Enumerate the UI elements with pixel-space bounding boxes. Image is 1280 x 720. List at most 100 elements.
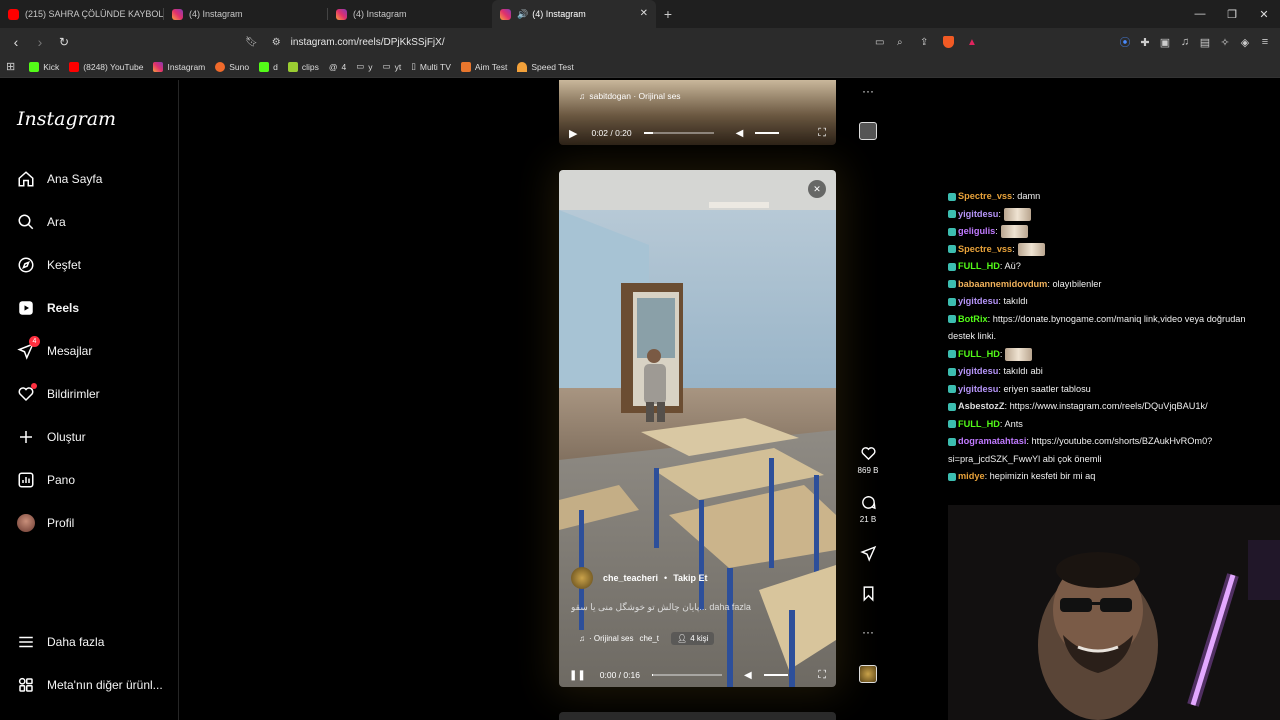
screenshot-icon[interactable]: ▭ (875, 37, 884, 48)
bookmark-item[interactable]: Instagram (153, 61, 205, 72)
reel-video[interactable]: ✕ che_teacheri • Takip Et پایان چالش تو … (559, 170, 836, 687)
apps-grid-icon[interactable]: ⊞ (6, 60, 15, 73)
site-info-icon[interactable]: ⚙︎ (272, 37, 281, 48)
more-options-button[interactable]: ··· (852, 84, 884, 98)
sidebar-icon[interactable]: ▤ (1198, 32, 1212, 52)
reel-audio-label[interactable]: ♫ sabitdogan · Orijinal ses (579, 91, 681, 101)
nav-profile[interactable]: Profil (17, 511, 74, 535)
music-icon[interactable]: ♫ (1178, 32, 1192, 52)
restore-icon[interactable]: ❐ (1216, 0, 1248, 28)
mute-icon[interactable]: ✕ (808, 180, 826, 198)
home-icon (18, 171, 34, 187)
chat-username[interactable]: yigitdesu (958, 296, 998, 306)
brave-shield-icon[interactable] (943, 36, 954, 48)
play-icon[interactable]: ▶ (569, 127, 577, 140)
nav-explore[interactable]: Keşfet (17, 253, 81, 277)
menu-icon[interactable]: ≡ (1258, 32, 1272, 52)
volume-slider[interactable] (755, 132, 780, 134)
volume-slider[interactable] (763, 674, 788, 676)
chat-username[interactable]: yigitdesu (958, 209, 998, 219)
chat-badge-icon (948, 437, 956, 446)
people-tag[interactable]: 👤︎ 4 kişi (671, 632, 715, 645)
next-reel[interactable] (559, 712, 836, 720)
browser-tab-active[interactable]: 🔊 (4) Instagram ✕ (492, 0, 656, 28)
puzzle-icon[interactable]: ✚ (1138, 32, 1152, 52)
reel-caption[interactable]: پایان چالش تو خوشگل منی یا سقو... daha f… (571, 602, 811, 613)
minimize-icon[interactable]: — (1184, 0, 1216, 28)
bookmark-item[interactable]: Aim Test (460, 61, 507, 72)
leo-icon[interactable]: ✧ (1218, 32, 1232, 52)
save-button[interactable] (852, 585, 884, 606)
chat-username[interactable]: Spectre_vss (958, 191, 1012, 201)
back-icon[interactable]: ‹ (6, 32, 26, 52)
more-options-button[interactable]: ··· (852, 625, 884, 639)
extension-icon[interactable]: ⦿ (1118, 32, 1132, 52)
chat-username[interactable]: Spectre_vss (958, 244, 1012, 254)
author-name[interactable]: che_teacheri (603, 573, 658, 583)
bookmark-item[interactable]: Suno (215, 61, 249, 72)
nav-messages[interactable]: 4 Mesajlar (17, 336, 92, 363)
chat-username[interactable]: geligulis (958, 226, 995, 236)
fullscreen-icon[interactable]: ⛶ (818, 127, 826, 140)
video-progress-bar[interactable] (651, 674, 722, 676)
address-bar[interactable]: 🔖︎ ⚙︎ instagram.com/reels/DPjKkSSjFjX/ ▭… (245, 32, 995, 52)
chat-username[interactable]: AsbestozZ (958, 401, 1004, 411)
close-tab-icon[interactable]: ✕ (640, 8, 648, 19)
nav-home[interactable]: Ana Sayfa (17, 167, 102, 191)
nav-meta-products[interactable]: Meta'nın diğer ürünl... (17, 673, 163, 697)
url-text[interactable]: instagram.com/reels/DPjKkSSjFjX/ (291, 37, 445, 48)
nav-more[interactable]: Daha fazla (17, 630, 104, 654)
bookmark-item[interactable]: (8248) YouTube (69, 61, 143, 72)
chat-username[interactable]: FULL_HD (958, 261, 1000, 271)
bookmark-folder[interactable]: ▭ y (356, 61, 372, 72)
audio-playing-icon[interactable]: 🔊 (517, 9, 528, 20)
share-button[interactable] (852, 545, 884, 566)
bookmark-folder[interactable]: ▭ yt (383, 61, 402, 72)
share-icon[interactable]: ⇪ (920, 37, 928, 48)
pause-icon[interactable]: ❚❚ (569, 670, 586, 681)
fullscreen-icon[interactable]: ⛶ (818, 669, 826, 682)
chat-username[interactable]: yigitdesu (958, 366, 998, 376)
author-avatar[interactable] (571, 567, 593, 589)
zoom-icon[interactable]: ⌕ (897, 37, 903, 48)
prev-audio-thumb[interactable] (852, 122, 884, 140)
previous-reel[interactable]: ♫ sabitdogan · Orijinal ses ▶ 0:02 / 0:2… (559, 80, 836, 145)
follow-button[interactable]: Takip Et (673, 573, 707, 583)
reload-icon[interactable]: ↻ (54, 32, 74, 52)
bookmark-icon[interactable]: 🔖︎ (245, 37, 258, 48)
chat-username[interactable]: FULL_HD (958, 419, 1000, 429)
audio-thumb[interactable] (852, 665, 884, 683)
chat-username[interactable]: yigitdesu (958, 384, 998, 394)
browser-tab[interactable]: (4) Instagram (328, 0, 492, 28)
forward-icon[interactable]: › (30, 32, 50, 52)
nav-dashboard[interactable]: Pano (17, 468, 75, 492)
nav-create[interactable]: Oluştur (17, 425, 86, 449)
nav-reels[interactable]: Reels (17, 296, 79, 320)
rewards-icon[interactable]: ▲ (967, 37, 977, 48)
nav-search[interactable]: Ara (17, 210, 66, 234)
bookmark-item[interactable]: Kick (29, 61, 59, 72)
nav-notifications[interactable]: Bildirimler (17, 382, 100, 406)
browser-tab[interactable]: (4) Instagram (164, 0, 328, 28)
volume-icon[interactable]: ◀ (736, 128, 744, 139)
volume-icon[interactable]: ◀ (744, 670, 752, 681)
instagram-logo[interactable]: Instagram (17, 108, 116, 130)
bookmark-item[interactable]: @4 (329, 62, 346, 72)
comment-button[interactable]: 21 B (852, 494, 884, 524)
bookmark-item[interactable]: clips (287, 61, 319, 72)
bookmark-item[interactable]: Speed Test (517, 61, 574, 72)
wallet-icon[interactable]: ▣ (1158, 32, 1172, 52)
bookmark-item[interactable]: d (259, 61, 278, 72)
browser-tab[interactable]: (215) SAHRA ÇÖLÜNDE KAYBOLAN 8 (0, 0, 164, 28)
new-tab-button[interactable]: + (656, 0, 680, 28)
chat-username[interactable]: BotRix (958, 314, 988, 324)
vpn-icon[interactable]: ◈ (1238, 32, 1252, 52)
chat-username[interactable]: dogramatahtasi (958, 436, 1026, 446)
video-progress-bar[interactable] (643, 132, 714, 134)
bookmark-item[interactable]: ▯ Multi TV (411, 61, 451, 72)
chat-username[interactable]: FULL_HD (958, 349, 1000, 359)
like-button[interactable]: 869 B (852, 445, 884, 475)
chat-username[interactable]: babaannemidovdum (958, 279, 1047, 289)
close-window-icon[interactable]: ✕ (1248, 0, 1280, 28)
chat-username[interactable]: midye (958, 471, 985, 481)
